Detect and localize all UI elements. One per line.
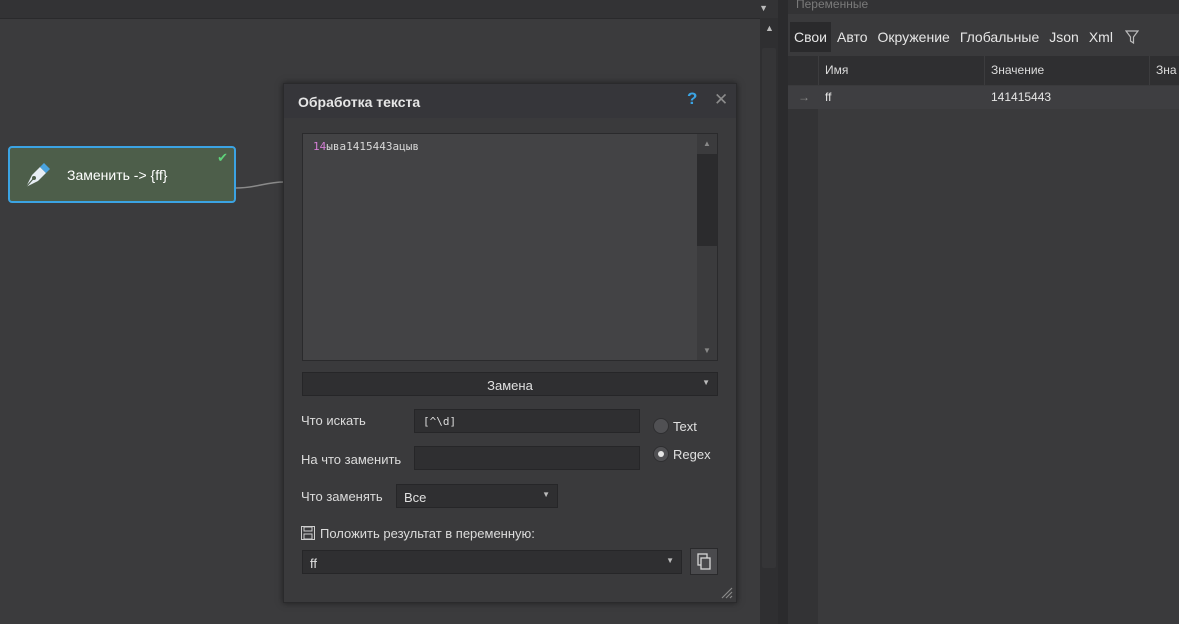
regex-radio-label[interactable]: Regex	[673, 447, 711, 462]
text-rest: ыва1415443ацыв	[326, 140, 419, 153]
tab-environment[interactable]: Окружение	[874, 22, 954, 52]
scroll-thumb[interactable]	[762, 48, 776, 568]
row-gutter	[788, 86, 818, 624]
node-label: Заменить -> {ff}	[67, 167, 168, 183]
column-divider	[1149, 56, 1150, 85]
filter-icon[interactable]	[1124, 30, 1139, 44]
chevron-down-icon[interactable]: ▼	[759, 3, 768, 13]
canvas-scrollbar[interactable]: ▲	[760, 18, 778, 624]
variable-value-cell[interactable]: 141415443	[991, 90, 1051, 104]
replace-label: На что заменить	[301, 452, 402, 467]
scroll-down-icon[interactable]: ▼	[703, 346, 711, 355]
what-replace-dropdown[interactable]: Все ▼	[396, 484, 558, 508]
tab-xml[interactable]: Xml	[1085, 22, 1117, 52]
mode-value: Замена	[487, 378, 533, 393]
variables-table-header: Имя Значение Зна	[788, 56, 1179, 85]
table-row[interactable]: → ff 141415443	[788, 86, 1179, 109]
variables-tabs: Свои Авто Окружение Глобальные Json Xml	[788, 22, 1179, 52]
search-label: Что искать	[301, 413, 366, 428]
variables-panel: Переменные Свои Авто Окружение Глобальны…	[788, 0, 1179, 624]
replace-action-node[interactable]: Заменить -> {ff} ✔	[8, 146, 236, 203]
column-name[interactable]: Имя	[825, 63, 848, 77]
close-icon[interactable]: ✕	[714, 90, 728, 110]
text-radio-label[interactable]: Text	[673, 419, 697, 434]
chevron-down-icon: ▼	[702, 378, 710, 387]
variables-title: Переменные	[796, 0, 869, 11]
dialog-title: Обработка текста	[298, 94, 421, 110]
tab-json[interactable]: Json	[1045, 22, 1083, 52]
column-divider	[818, 56, 819, 85]
column-value[interactable]: Значение	[991, 63, 1044, 77]
input-text-area[interactable]: 14ыва1415443ацыв ▲ ▼	[302, 133, 718, 361]
copy-icon	[697, 553, 711, 570]
panel-splitter[interactable]	[778, 0, 788, 624]
chevron-down-icon: ▼	[542, 490, 550, 499]
copy-button[interactable]	[690, 548, 718, 575]
save-icon	[301, 526, 315, 540]
text-highlight: 14	[313, 140, 327, 153]
scroll-thumb[interactable]	[697, 154, 717, 246]
input-text: 14ыва1415443ацыв	[313, 140, 419, 153]
replace-input[interactable]	[414, 446, 640, 470]
scroll-up-icon[interactable]: ▲	[703, 139, 711, 148]
tab-auto[interactable]: Авто	[833, 22, 872, 52]
mode-dropdown[interactable]: Замена ▼	[302, 372, 718, 396]
column-extra[interactable]: Зна	[1156, 63, 1177, 77]
scroll-up-icon[interactable]: ▲	[765, 23, 774, 33]
canvas-topbar: ▼	[0, 0, 778, 19]
save-result-label: Положить результат в переменную:	[320, 526, 535, 541]
what-replace-value: Все	[404, 490, 427, 505]
tab-global[interactable]: Глобальные	[956, 22, 1043, 52]
variable-value: ff	[310, 556, 317, 571]
tab-own[interactable]: Свои	[790, 22, 831, 52]
variable-dropdown[interactable]: ff ▼	[302, 550, 682, 574]
text-processing-dialog: Обработка текста ? ✕ 14ыва1415443ацыв ▲ …	[283, 83, 737, 603]
dialog-titlebar[interactable]: Обработка текста ? ✕	[284, 84, 736, 118]
arrow-right-icon: →	[798, 90, 810, 104]
text-radio[interactable]	[653, 418, 669, 434]
what-replace-label: Что заменять	[301, 489, 383, 504]
help-icon[interactable]: ?	[687, 89, 697, 109]
chevron-down-icon: ▼	[666, 556, 674, 565]
search-input[interactable]: [^\d]	[414, 409, 640, 433]
check-icon: ✔	[217, 150, 228, 165]
textarea-scrollbar[interactable]: ▲ ▼	[697, 134, 717, 360]
column-divider	[984, 56, 985, 85]
pen-icon	[25, 163, 50, 188]
resize-grip-icon[interactable]	[719, 585, 733, 599]
regex-radio[interactable]	[653, 446, 669, 462]
variable-name-cell[interactable]: ff	[825, 90, 831, 104]
